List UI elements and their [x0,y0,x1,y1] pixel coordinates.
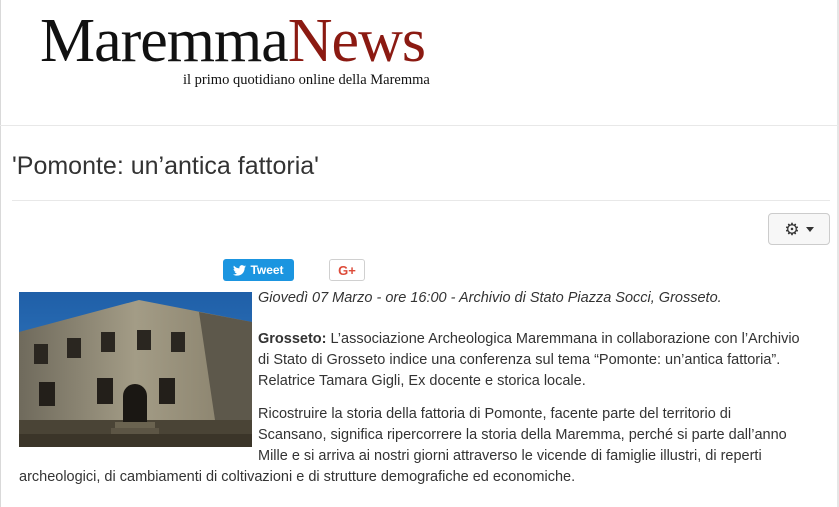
logo-tagline: il primo quotidiano online della Maremma [183,72,430,88]
paragraph-1-lead: Grosseto: [258,331,327,347]
title-divider [12,200,830,201]
gear-icon: ⚙ [784,219,800,239]
article-tools-button[interactable]: ⚙ [768,213,830,245]
google-plus-button[interactable]: G+ [329,259,365,281]
logo-part-maremma: Maremma [40,7,289,75]
logo-wordmark: MaremmaNews [40,8,480,74]
logo-part-news: News [287,7,426,75]
paragraph-1-line-3: Relatrice Tamara Gigli, Ex docente e sto… [258,373,586,389]
page-border-left [0,0,1,507]
page-title: 'Pomonte: un’antica fattoria' [12,152,319,180]
paragraph-1-line-1: Grosseto: L’associazione Archeologica Ma… [258,329,800,350]
site-logo[interactable]: MaremmaNews il primo quotidiano online d… [40,8,480,98]
paragraph-2-line-2: Scansano, significa ripercorrere la stor… [258,427,787,443]
paragraph-2-line-4: archeologici, di cambiamenti di coltivaz… [19,469,576,485]
twitter-bird-icon [233,264,247,276]
caret-down-icon [805,226,814,232]
villa-photo-image [19,292,252,447]
google-plus-icon: G+ [338,262,356,278]
paragraph-1-text: L’associazione Archeologica Maremmana in… [326,331,800,347]
paragraph-2-line-3: Mille e si arriva ai nostri giorni attra… [258,448,762,464]
tweet-button[interactable]: Tweet [223,259,294,281]
event-date-line: Giovedì 07 Marzo - ore 16:00 - Archivio … [258,290,722,306]
paragraph-1-line-2: di Stato di Grosseto indice una conferen… [258,352,781,368]
tweet-label: Tweet [250,263,284,277]
header-divider [0,125,839,126]
paragraph-2-line-1: Ricostruire la storia della fattoria di … [258,406,732,422]
article-photo [19,292,252,447]
